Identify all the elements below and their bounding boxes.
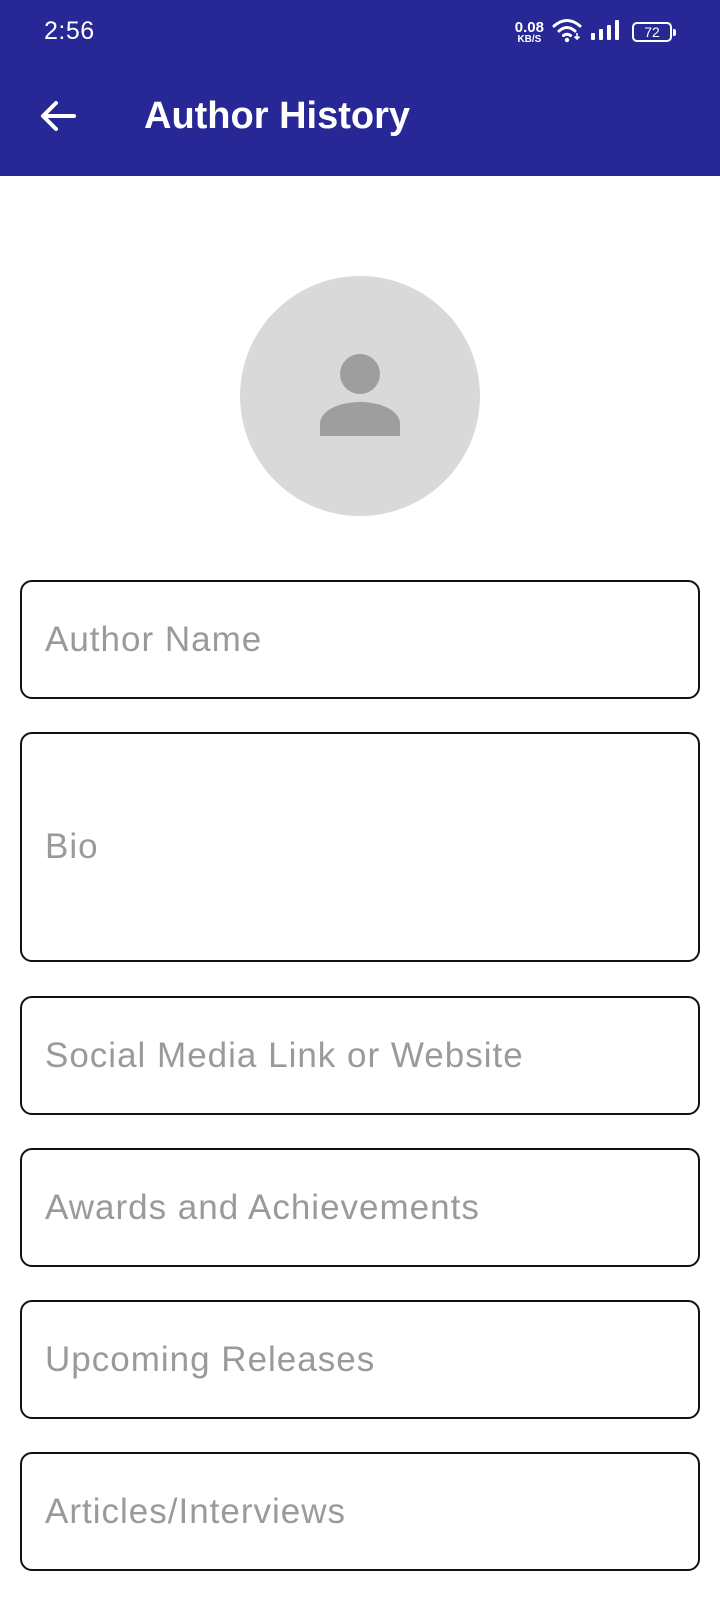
status-bar: 2:56 0.08 KB/S 72 (0, 0, 720, 64)
network-speed: 0.08 KB/S (515, 20, 544, 45)
back-button[interactable] (28, 88, 88, 148)
upcoming-releases-placeholder: Upcoming Releases (45, 1339, 376, 1379)
network-speed-value: 0.08 (514, 18, 544, 36)
arrow-left-icon (40, 100, 76, 137)
wifi-icon (552, 17, 582, 48)
page-title: Author History (144, 95, 410, 137)
app-bar: Author History (0, 64, 720, 176)
social-media-placeholder: Social Media Link or Website (45, 1035, 524, 1075)
upcoming-releases-field[interactable]: Upcoming Releases (20, 1300, 700, 1419)
bio-placeholder: Bio (45, 827, 99, 866)
battery-icon: 72 (632, 22, 676, 42)
avatar-picker[interactable] (240, 276, 480, 516)
articles-interviews-placeholder: Articles/Interviews (45, 1491, 347, 1531)
status-time: 2:56 (44, 17, 95, 45)
signal-icon (590, 19, 620, 46)
person-icon (318, 352, 402, 441)
social-media-field[interactable]: Social Media Link or Website (20, 996, 700, 1115)
author-name-field[interactable]: Author Name (20, 580, 700, 699)
bio-field[interactable]: Bio (20, 732, 700, 962)
network-speed-unit: KB/S (517, 33, 542, 45)
status-icons: 0.08 KB/S 72 (515, 14, 676, 50)
awards-field[interactable]: Awards and Achievements (20, 1148, 700, 1267)
author-name-placeholder: Author Name (45, 619, 263, 659)
battery-level: 72 (644, 24, 660, 40)
articles-interviews-field[interactable]: Articles/Interviews (20, 1452, 700, 1571)
awards-placeholder: Awards and Achievements (45, 1187, 480, 1227)
